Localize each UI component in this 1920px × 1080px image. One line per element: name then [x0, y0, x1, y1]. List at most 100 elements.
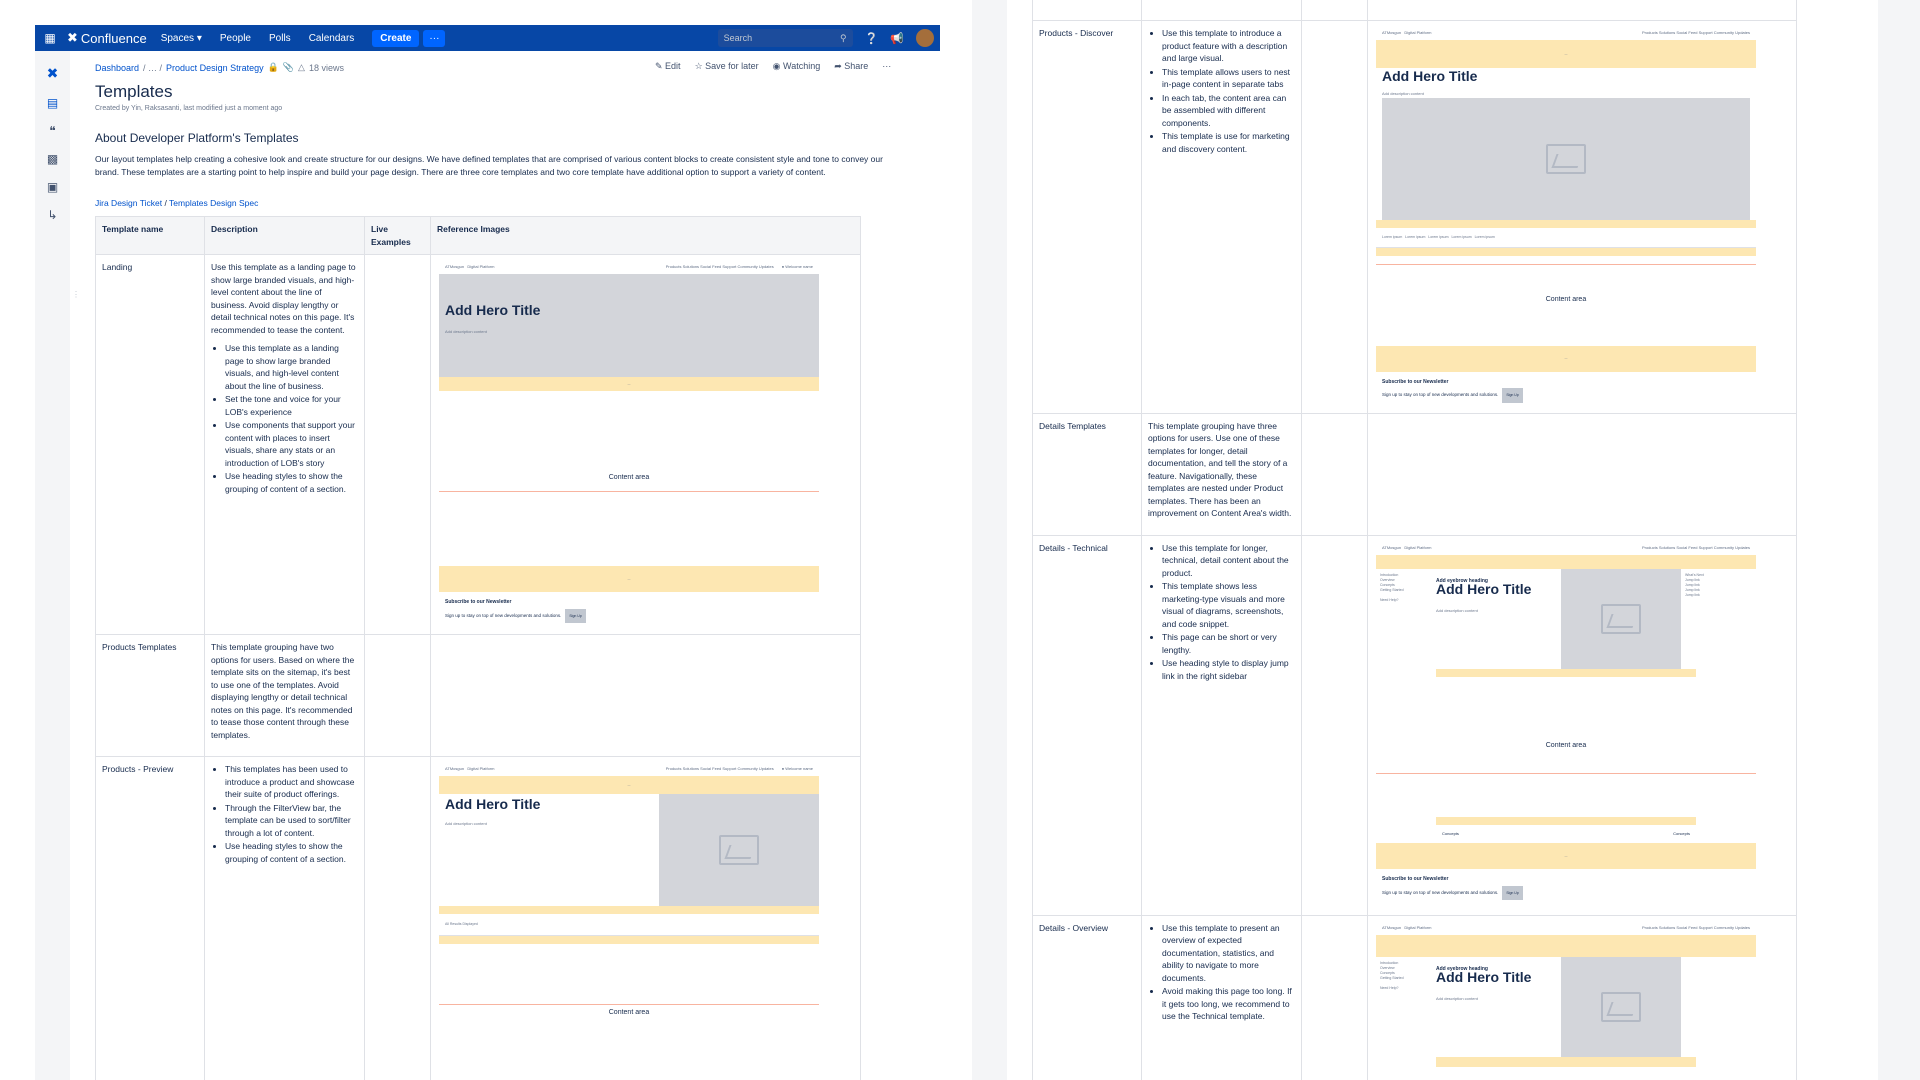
templates-table-continued: Products - Discover Use this template to…	[1032, 0, 1797, 1080]
header-reference-images: Reference Images	[430, 216, 861, 255]
overview-thumbnail[interactable]: ATMosgun Digital Platform Products Soluti…	[1376, 921, 1756, 1067]
cell-live-examples	[364, 756, 431, 1080]
pages-icon[interactable]: ▤	[35, 96, 70, 110]
more-actions-button[interactable]: ···	[882, 61, 891, 72]
landing-bullets: Use this template as a landing page to s…	[211, 342, 358, 495]
attachment-icon[interactable]: 📎	[283, 62, 294, 73]
image-icon	[719, 835, 759, 865]
cell-live-examples	[364, 254, 431, 635]
section-heading: About Developer Platform's Templates	[95, 131, 299, 145]
jira-design-ticket-link[interactable]: Jira Design Ticket	[95, 198, 162, 208]
cell-name: Details - Overview	[1032, 914, 1142, 1080]
cell-name: Landing	[95, 254, 205, 635]
confluence-space-icon[interactable]: ✖	[35, 65, 70, 82]
nav-calendars[interactable]: Calendars	[309, 33, 355, 44]
cell-reference-image	[1367, 412, 1797, 536]
cell-description: Use this template as a landing page to s…	[204, 254, 365, 635]
cell-description: This template grouping have three option…	[1141, 412, 1302, 536]
cell-name: Details - Technical	[1032, 534, 1142, 916]
cell-description: Use this template to present an overview…	[1141, 914, 1302, 1080]
discover-thumbnail[interactable]: ATMosgun Digital Platform Products Soluti…	[1376, 27, 1756, 407]
analytics-views-icon: △	[298, 62, 305, 72]
cell-name: Products Templates	[95, 634, 205, 757]
breadcrumb-space[interactable]: Product Design Strategy	[166, 63, 264, 73]
confluence-logo[interactable]: ✖ Confluence	[67, 30, 147, 46]
table-row-products-discover: Products - Discover Use this template to…	[1032, 20, 1797, 414]
intro-paragraph: Our layout templates help creating a coh…	[95, 154, 883, 177]
page-actions: ✎ Edit ☆ Save for later ◉ Watching ➦ Sha…	[655, 61, 891, 72]
hierarchy-icon[interactable]: ↳	[35, 208, 70, 222]
preview-thumbnail[interactable]: ATMosgun Digital Platform Products Soluti…	[439, 763, 819, 1080]
reference-links: Jira Design Ticket / Templates Design Sp…	[95, 198, 259, 208]
breadcrumb-ellipsis[interactable]: / … /	[143, 63, 162, 73]
cell-description: This template grouping have two options …	[204, 634, 365, 757]
templates-table: Template name Description Live Examples …	[95, 216, 861, 1080]
header-live-examples: Live Examples	[364, 216, 431, 255]
page-byline: Created by Yin, Raksasanti, last modifie…	[95, 105, 283, 112]
nav-spaces[interactable]: Spaces ▾	[161, 33, 202, 44]
cell-reference-image	[430, 634, 861, 757]
image-icon	[1601, 991, 1641, 1022]
cell-name: Products - Preview	[95, 756, 205, 1080]
cell-live-examples	[1301, 914, 1368, 1080]
technical-thumbnail[interactable]: ATMosgun Digital Platform Products Soluti…	[1376, 541, 1756, 904]
table-row-details-technical: Details - Technical Use this template fo…	[1032, 534, 1797, 916]
table-row-details-templates: Details Templates This template grouping…	[1032, 412, 1797, 536]
search-input[interactable]: Search ⚲	[717, 29, 853, 47]
cell-description: This templates has been used to introduc…	[204, 756, 365, 1080]
landing-thumbnail[interactable]: ATMosgun Digital Platform Products Soluti…	[439, 261, 819, 627]
breadcrumb: Dashboard / … / Product Design Strategy …	[95, 62, 344, 73]
share-button[interactable]: ➦ Share	[834, 61, 868, 72]
cell-description: Use this template to introduce a product…	[1141, 20, 1302, 414]
cell-reference-image: ATMosgun Digital Platform Products Soluti…	[1367, 534, 1797, 916]
search-icon: ⚲	[840, 32, 847, 43]
cell-reference-image: ATMosgun Digital Platform Products Soluti…	[430, 254, 861, 635]
cell-description: Use this template for longer, technical,…	[1141, 534, 1302, 916]
table-row-products-preview: Products - Preview This templates has be…	[95, 756, 861, 1080]
image-placeholder	[1561, 568, 1681, 669]
table-header-row: Template name Description Live Examples …	[95, 216, 861, 255]
image-icon	[1601, 603, 1641, 634]
app-switcher-icon[interactable]: ▦	[39, 31, 61, 45]
table-row-landing: Landing Use this template as a landing p…	[95, 254, 861, 635]
analytics-icon[interactable]: ▩	[35, 152, 70, 166]
save-for-later-button[interactable]: ☆ Save for later	[695, 61, 759, 72]
cell-name: Products - Discover	[1032, 20, 1142, 414]
blog-quote-icon[interactable]: ❝	[35, 124, 70, 138]
views-count[interactable]: 18 views	[309, 63, 344, 73]
calendar-icon[interactable]: ▣	[35, 180, 70, 194]
nav-people[interactable]: People	[220, 33, 251, 44]
cell-reference-image: ATMosgun Digital Platform Products Soluti…	[430, 756, 861, 1080]
breadcrumb-dashboard[interactable]: Dashboard	[95, 63, 139, 73]
top-navigation-bar: ▦ ✖ Confluence Spaces ▾ People Polls Cale…	[35, 25, 940, 51]
cell-live-examples	[1301, 534, 1368, 916]
sidebar-resize-handle[interactable]: ⋮	[72, 290, 80, 299]
cell-reference-image: ATMosgun Digital Platform Products Soluti…	[1367, 914, 1797, 1080]
confluence-logo-icon: ✖	[67, 30, 78, 45]
nav-polls[interactable]: Polls	[269, 33, 291, 44]
image-icon	[1546, 144, 1586, 174]
user-avatar[interactable]	[916, 29, 934, 47]
restrictions-icon[interactable]: 🔒	[268, 62, 279, 73]
create-button[interactable]: Create	[372, 29, 420, 47]
cell-live-examples	[1301, 20, 1368, 414]
help-icon[interactable]: ❔	[865, 32, 879, 45]
screenshot-canvas: ▦ ✖ Confluence Spaces ▾ People Polls Cale…	[0, 0, 1920, 1080]
notifications-icon[interactable]: 📢	[890, 32, 904, 45]
cell-live-examples	[1301, 412, 1368, 536]
templates-design-spec-link[interactable]: Templates Design Spec	[169, 198, 258, 208]
cell-reference-image: ATMosgun Digital Platform Products Soluti…	[1367, 20, 1797, 414]
create-more-button[interactable]: ···	[423, 29, 446, 47]
space-sidebar: ✖ ▤ ❝ ▩ ▣ ↳	[35, 51, 70, 1080]
cell-name: Details Templates	[1032, 412, 1142, 536]
edit-button[interactable]: ✎ Edit	[655, 61, 681, 72]
header-template-name: Template name	[95, 216, 205, 255]
page-title: Templates	[95, 82, 173, 101]
left-page-panel: ▦ ✖ Confluence Spaces ▾ People Polls Cale…	[0, 0, 972, 1080]
cell-live-examples	[364, 634, 431, 757]
watching-button[interactable]: ◉ Watching	[773, 61, 821, 72]
hero-title: Add Hero Title	[445, 302, 541, 318]
image-placeholder	[659, 794, 819, 906]
image-placeholder	[1382, 98, 1750, 220]
table-row-products-templates: Products Templates This template groupin…	[95, 634, 861, 757]
